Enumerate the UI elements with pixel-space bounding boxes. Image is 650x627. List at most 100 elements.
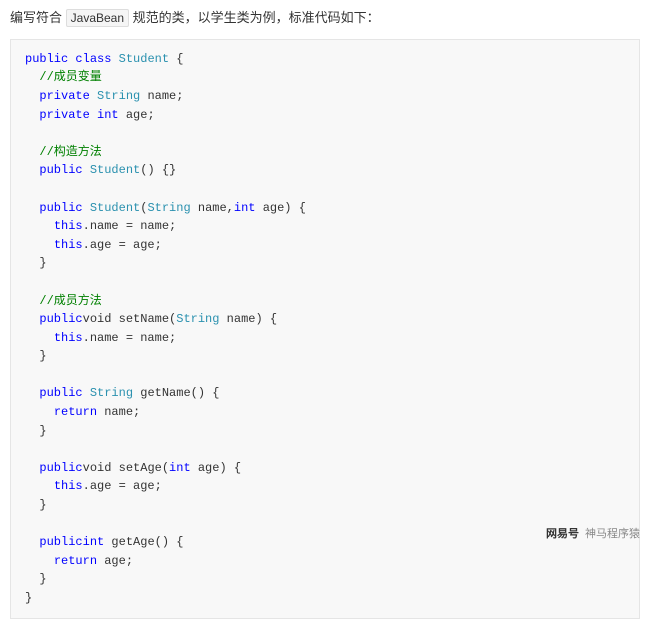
code-token: .age = age; xyxy=(83,479,162,493)
code-token xyxy=(25,219,54,233)
code-line: public Student() {} xyxy=(25,163,176,177)
code-token: } xyxy=(25,591,32,605)
code-token: public xyxy=(39,163,82,177)
code-token xyxy=(25,554,54,568)
code-token: } xyxy=(25,424,47,438)
code-token: .name = name; xyxy=(83,219,177,233)
code-token: int xyxy=(83,535,105,549)
code-token: return xyxy=(54,554,97,568)
code-token: private xyxy=(39,108,89,122)
code-token: } xyxy=(25,349,47,363)
code-line: public class Student { xyxy=(25,52,183,66)
code-token: } xyxy=(25,572,47,586)
code-token: name; xyxy=(140,89,183,103)
code-token xyxy=(25,201,39,215)
code-token xyxy=(83,163,90,177)
code-token xyxy=(25,145,39,159)
code-token: Student xyxy=(90,163,140,177)
code-token: } xyxy=(25,256,47,270)
code-token: age) { xyxy=(256,201,306,215)
code-line: private int age; xyxy=(25,108,155,122)
code-token xyxy=(25,70,39,84)
code-token xyxy=(25,108,39,122)
code-token xyxy=(90,108,97,122)
code-line: } xyxy=(25,424,47,438)
code-line: private String name; xyxy=(25,89,183,103)
code-token: void xyxy=(83,461,112,475)
code-token xyxy=(25,386,39,400)
code-token: .age = age; xyxy=(83,238,162,252)
code-token: } xyxy=(25,498,47,512)
watermark: 网易号神马程序猿 xyxy=(546,525,640,541)
code-token: () {} xyxy=(140,163,176,177)
code-line: publicint getAge() { xyxy=(25,535,183,549)
code-line: public Student(String name,int age) { xyxy=(25,201,306,215)
code-line: //构造方法 xyxy=(25,145,102,159)
code-token: { xyxy=(169,52,183,66)
code-token: Student xyxy=(90,201,140,215)
code-token: age; xyxy=(119,108,155,122)
code-token xyxy=(83,201,90,215)
code-token: public xyxy=(39,535,82,549)
code-token: private xyxy=(39,89,89,103)
code-token xyxy=(25,479,54,493)
code-token: public xyxy=(39,201,82,215)
code-token: public xyxy=(39,461,82,475)
code-line: publicvoid setAge(int age) { xyxy=(25,461,241,475)
code-token xyxy=(25,238,54,252)
code-token: name, xyxy=(191,201,234,215)
code-token xyxy=(25,163,39,177)
code-line: this.age = age; xyxy=(25,238,162,252)
code-token xyxy=(25,535,39,549)
code-token: name) { xyxy=(219,312,277,326)
code-token xyxy=(25,89,39,103)
code-token: getAge() { xyxy=(104,535,183,549)
intro-boxed: JavaBean xyxy=(66,9,129,27)
code-token: int xyxy=(234,201,256,215)
code-line: public String getName() { xyxy=(25,386,219,400)
code-token: .name = name; xyxy=(83,331,177,345)
code-line: return age; xyxy=(25,554,133,568)
code-token: public xyxy=(39,386,82,400)
code-token: String xyxy=(176,312,219,326)
code-line: } xyxy=(25,349,47,363)
code-line: } xyxy=(25,572,47,586)
code-token: //构造方法 xyxy=(39,145,101,159)
code-token xyxy=(25,331,54,345)
code-token: //成员变量 xyxy=(39,70,101,84)
code-token xyxy=(25,405,54,419)
watermark-brand: 网易号 xyxy=(546,528,579,540)
code-line: //成员方法 xyxy=(25,294,102,308)
code-token: int xyxy=(169,461,191,475)
code-token: void xyxy=(83,312,112,326)
code-token: setName( xyxy=(111,312,176,326)
code-line: this.name = name; xyxy=(25,331,176,345)
code-token: return xyxy=(54,405,97,419)
code-line: return name; xyxy=(25,405,140,419)
code-token: this xyxy=(54,219,83,233)
code-token xyxy=(25,461,39,475)
code-line: } xyxy=(25,498,47,512)
code-line: } xyxy=(25,256,47,270)
code-token xyxy=(25,294,39,308)
code-token xyxy=(111,52,118,66)
watermark-author: 神马程序猿 xyxy=(585,528,640,540)
code-token: public xyxy=(25,52,68,66)
code-token: String xyxy=(147,201,190,215)
code-token: getName() { xyxy=(133,386,219,400)
code-token: this xyxy=(54,479,83,493)
code-token: name; xyxy=(97,405,140,419)
code-line: this.age = age; xyxy=(25,479,162,493)
code-token: age; xyxy=(97,554,133,568)
intro-text: 编写符合 JavaBean 规范的类，以学生类为例，标准代码如下： xyxy=(10,8,640,29)
code-line: //成员变量 xyxy=(25,70,102,84)
code-token xyxy=(83,386,90,400)
code-token: Student xyxy=(119,52,169,66)
intro-prefix: 编写符合 xyxy=(10,10,62,25)
code-token: age) { xyxy=(191,461,241,475)
code-token: class xyxy=(75,52,111,66)
code-token xyxy=(90,89,97,103)
code-line: } xyxy=(25,591,32,605)
code-token xyxy=(25,312,39,326)
code-token: String xyxy=(90,386,133,400)
